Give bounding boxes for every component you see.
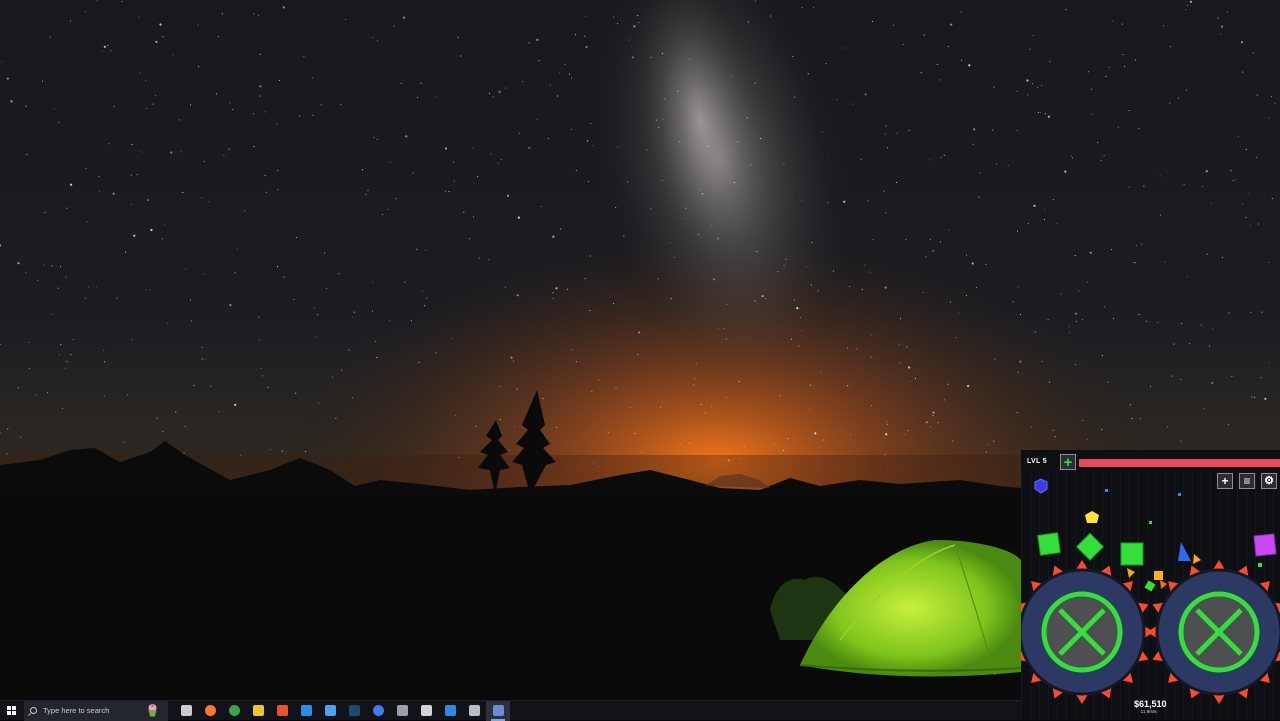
small-shape [1105, 489, 1108, 492]
app-gear-icon [396, 705, 408, 716]
idle-game-window[interactable]: LVL 5 + + ≡ ⚙ $61,510 11.9/sec [1021, 450, 1280, 720]
level-up-button[interactable]: + [1060, 454, 1076, 470]
cupcake-icon [148, 703, 157, 716]
saw-wheel-left[interactable] [1021, 560, 1154, 704]
triangle-shape[interactable] [1193, 554, 1201, 564]
taskbar-app-gear-button[interactable] [390, 701, 414, 721]
search-placeholder: Type here to search [43, 706, 110, 715]
square-shape[interactable] [1120, 542, 1144, 566]
taskbar-app-cube-button[interactable] [462, 701, 486, 721]
square-shape[interactable] [1075, 532, 1105, 561]
hexagon-shape[interactable] [1034, 478, 1048, 494]
taskbar-app-box-button[interactable] [414, 701, 438, 721]
search-icon [30, 707, 37, 714]
start-button[interactable] [0, 701, 22, 721]
taskbar-steam-button[interactable] [342, 701, 366, 721]
windows-icon [6, 706, 16, 715]
pentagon-shape[interactable] [1085, 511, 1099, 523]
small-shape [1160, 580, 1167, 589]
money-counter: $61,510 [1134, 699, 1167, 709]
app-box-icon [420, 705, 432, 716]
income-rate: 11.9/sec [1140, 709, 1158, 714]
game-app-icon [492, 705, 504, 716]
task-view-icon [180, 705, 192, 716]
settings-gear-icon[interactable]: ⚙ [1261, 473, 1277, 489]
taskbar-search-box[interactable]: Type here to search [24, 700, 168, 721]
chrome-icon [228, 705, 240, 716]
menu-button[interactable]: ≡ [1239, 473, 1255, 489]
steam-icon [348, 705, 360, 716]
xp-progress-fill [1079, 459, 1280, 467]
mail-icon [300, 705, 312, 716]
taskbar-app-blue-circle-button[interactable] [366, 701, 390, 721]
firefox-icon [204, 705, 216, 716]
taskbar-task-view-button[interactable] [174, 701, 198, 721]
taskbar-file-explorer-button[interactable] [246, 701, 270, 721]
microsoft-store-icon [324, 705, 336, 716]
taskbar-mail-button[interactable] [294, 701, 318, 721]
app-orange-icon [276, 705, 288, 716]
game-playfield[interactable] [1021, 450, 1280, 720]
square-shape[interactable] [1253, 533, 1277, 557]
app-cube-icon [468, 705, 480, 716]
taskbar-app-orange-button[interactable] [270, 701, 294, 721]
small-shape [1154, 571, 1163, 580]
small-shape [1258, 563, 1262, 567]
small-shape [1149, 521, 1152, 524]
xp-progress-bar [1079, 459, 1280, 467]
taskbar-chrome-button[interactable] [222, 701, 246, 721]
taskbar-firefox-button[interactable] [198, 701, 222, 721]
square-shape[interactable] [1037, 532, 1061, 556]
saw-wheel-right[interactable] [1147, 560, 1280, 704]
taskbar-game-app-button[interactable] [486, 700, 510, 721]
vscode-icon [444, 705, 456, 716]
add-button[interactable]: + [1217, 473, 1233, 489]
small-shape [1178, 493, 1181, 496]
level-label: LVL 5 [1027, 458, 1047, 465]
file-explorer-icon [252, 705, 264, 716]
small-shape [1127, 568, 1135, 578]
app-blue-circle-icon [372, 705, 384, 716]
triangle-shape[interactable] [1178, 542, 1191, 561]
pinned-apps [174, 700, 510, 721]
taskbar-microsoft-store-button[interactable] [318, 701, 342, 721]
small-shape [1144, 580, 1156, 592]
taskbar-vscode-button[interactable] [438, 701, 462, 721]
